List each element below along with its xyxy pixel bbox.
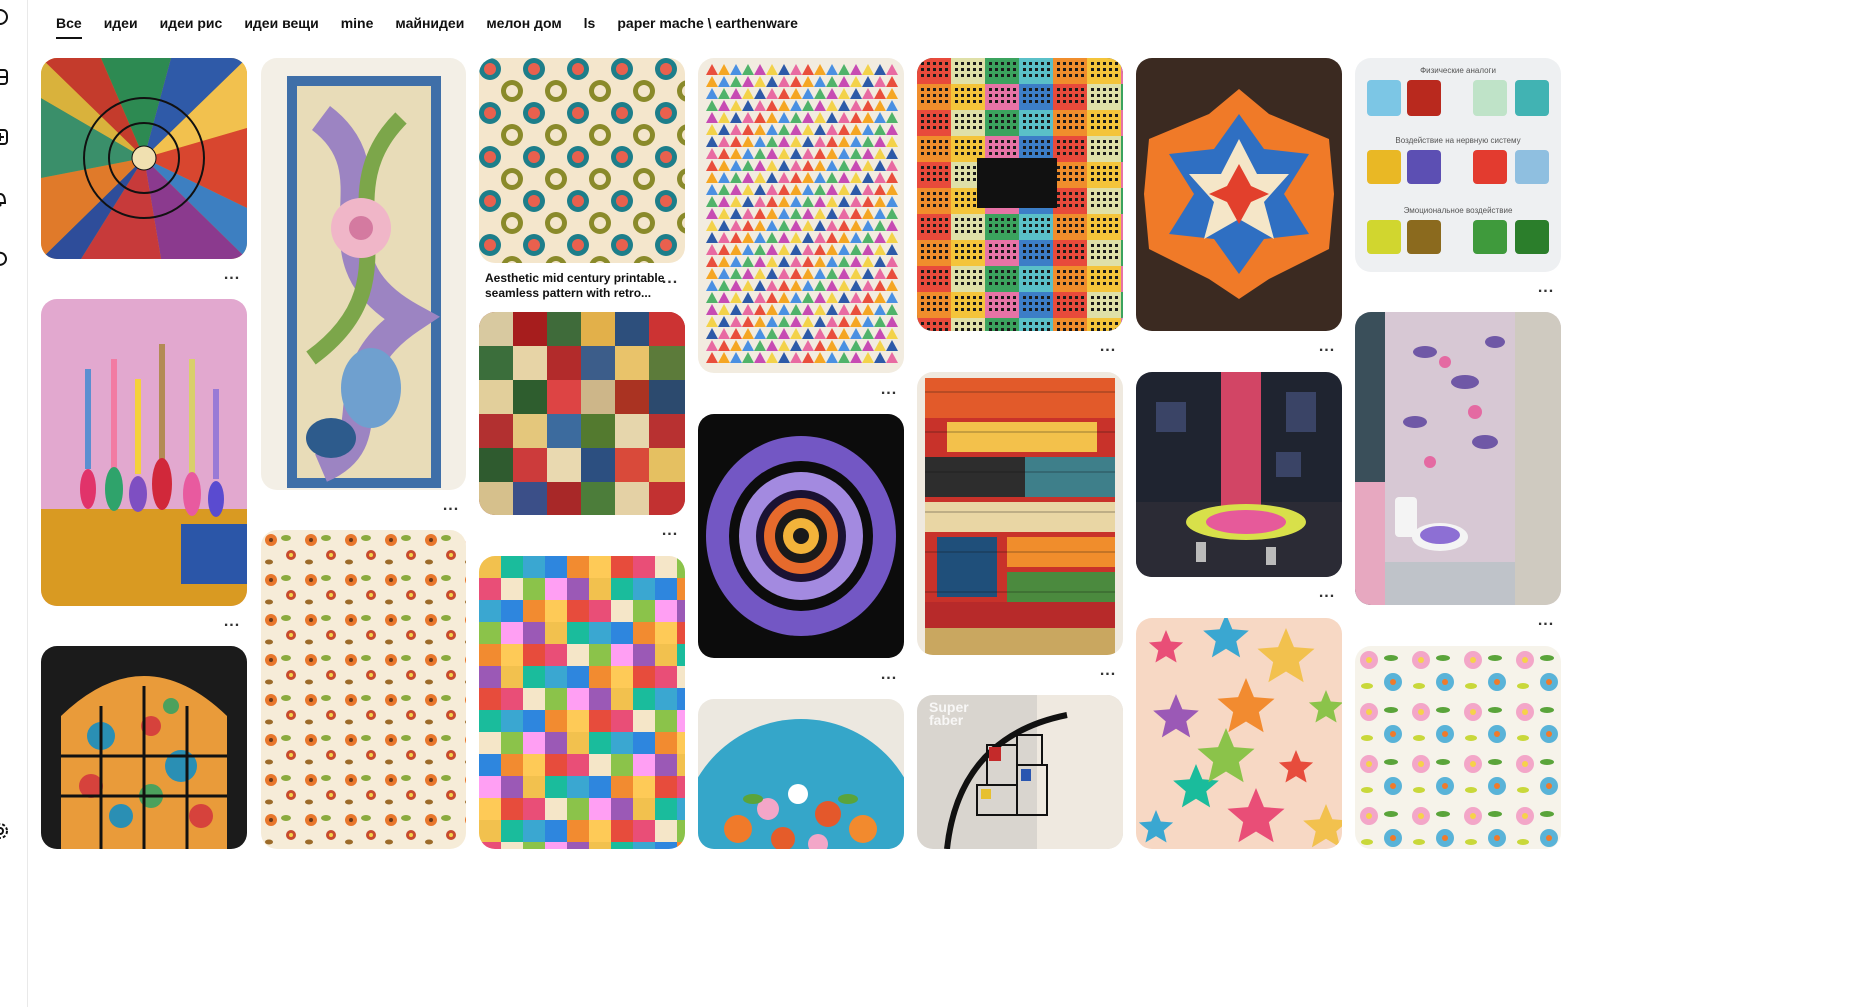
pin-pastel-textile[interactable] (261, 58, 466, 490)
chart-subtitle-1: Воздействие на нервную систему (1395, 136, 1521, 145)
pin-more-button[interactable] (879, 672, 899, 684)
pin-stained-glass[interactable] (41, 646, 247, 849)
pin-staircase[interactable]: Super faber (917, 695, 1123, 849)
home-icon[interactable] (0, 68, 9, 86)
pin-more-button[interactable] (1536, 285, 1556, 297)
pin-color-checkerboard[interactable] (479, 556, 685, 849)
chart-subtitle-2: Эмоциональное воздействие (1403, 206, 1513, 215)
pin-more-button[interactable] (222, 272, 242, 284)
pin-more-button[interactable] (1098, 668, 1118, 680)
tab-ls[interactable]: ls (584, 11, 596, 35)
pin-caption[interactable]: Aesthetic mid century printable seamless… (485, 271, 665, 301)
tab-melon-house[interactable]: мелон дом (486, 11, 561, 35)
pin-triangle-weave[interactable] (698, 58, 904, 373)
pin-polka-dots[interactable] (479, 58, 685, 263)
tab-paper-mache[interactable]: paper mache \ earthenware (617, 11, 798, 35)
tab-ideas[interactable]: идеи (104, 11, 138, 35)
tab-ideas-things[interactable]: идеи вещи (244, 11, 318, 35)
pin-woven-rug[interactable] (917, 372, 1123, 655)
pin-more-button[interactable] (1536, 618, 1556, 630)
board-tabs: Все идеи идеи рис идеи вещи mine майниде… (56, 6, 798, 40)
pin-star-collage[interactable] (1136, 618, 1342, 849)
pin-more-button[interactable] (1317, 590, 1337, 602)
pin-geometric-painting[interactable] (41, 58, 247, 259)
settings-icon[interactable] (0, 822, 9, 840)
pinterest-icon[interactable] (0, 8, 9, 26)
pin-more-button[interactable] (879, 387, 899, 399)
pin-glitter-room[interactable] (1136, 372, 1342, 577)
pin-mosaic-bathroom[interactable] (1355, 312, 1561, 605)
pin-more-button[interactable] (660, 276, 680, 288)
pin-candlesticks[interactable] (41, 299, 247, 606)
pin-floral-dots[interactable] (1355, 646, 1561, 849)
pin-color-effects-chart[interactable]: Физические аналоги Воздействие на нервну… (1355, 58, 1561, 272)
pin-more-button[interactable] (660, 528, 680, 540)
tab-all[interactable]: Все (56, 11, 82, 39)
chart-title: Физические аналоги (1420, 66, 1496, 75)
pin-floral-pattern[interactable] (261, 530, 466, 849)
pin-patchwork-quilt[interactable] (479, 312, 685, 515)
pin-more-button[interactable] (1317, 344, 1337, 356)
tab-mine[interactable]: mine (341, 11, 374, 35)
pin-purple-swirl[interactable] (698, 414, 904, 658)
tab-my-ideas[interactable]: майнидеи (395, 11, 464, 35)
pin-more-button[interactable] (1098, 344, 1118, 356)
bell-icon[interactable] (0, 190, 9, 208)
pin-more-button[interactable] (441, 503, 461, 515)
watermark: Super faber (929, 699, 969, 728)
create-icon[interactable] (0, 128, 9, 146)
left-rail (0, 0, 28, 1007)
pin-flower-circle[interactable] (698, 699, 904, 849)
messages-icon[interactable] (0, 250, 9, 268)
tab-ideas-drawings[interactable]: идеи рис (160, 11, 223, 35)
pin-more-button[interactable] (222, 619, 242, 631)
pin-pixel-city[interactable] (917, 58, 1123, 331)
pin-star-mosaic[interactable] (1136, 58, 1342, 331)
